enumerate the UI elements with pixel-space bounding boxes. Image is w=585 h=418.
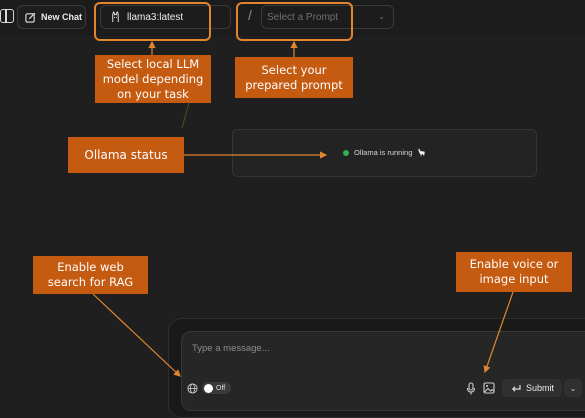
submit-button[interactable]: Submit: [502, 379, 562, 397]
prompt-highlight-outline: [236, 2, 353, 41]
microphone-icon[interactable]: [466, 382, 476, 395]
new-chat-label: New Chat: [41, 12, 83, 22]
submit-options-chevron-icon[interactable]: ⌄: [564, 379, 582, 397]
callout-ollama-status: Ollama status: [68, 137, 184, 173]
callout-voice-image: Enable voice or image input: [456, 252, 572, 292]
web-search-arrow: [92, 293, 181, 377]
image-icon[interactable]: [483, 382, 495, 394]
status-text: Ollama is running: [354, 148, 413, 157]
callout-prompt: Select your prepared prompt: [235, 57, 353, 98]
new-chat-button[interactable]: New Chat: [17, 5, 86, 29]
chevron-down-icon: ⌄: [378, 12, 385, 21]
web-search-toggle[interactable]: Off: [202, 382, 231, 394]
message-input[interactable]: [192, 340, 492, 356]
llama-icon: 🦙: [417, 148, 427, 157]
ollama-status: Ollama is running 🦙: [343, 148, 427, 157]
connector-line: [181, 102, 190, 129]
globe-icon[interactable]: [187, 383, 198, 394]
sidebar-toggle-icon[interactable]: [0, 9, 14, 23]
callout-web-search: Enable web search for RAG: [33, 256, 148, 294]
ollama-status-card: Ollama is running 🦙: [232, 129, 537, 177]
callout-model: Select local LLM model depending on your…: [95, 55, 211, 103]
enter-return-icon: [511, 384, 521, 392]
toggle-label: Off: [216, 384, 226, 392]
pencil-square-icon: [25, 12, 36, 23]
toggle-knob: [204, 383, 213, 393]
status-dot: [343, 149, 349, 156]
model-highlight-outline: [94, 2, 211, 41]
submit-label: Submit: [526, 383, 555, 393]
